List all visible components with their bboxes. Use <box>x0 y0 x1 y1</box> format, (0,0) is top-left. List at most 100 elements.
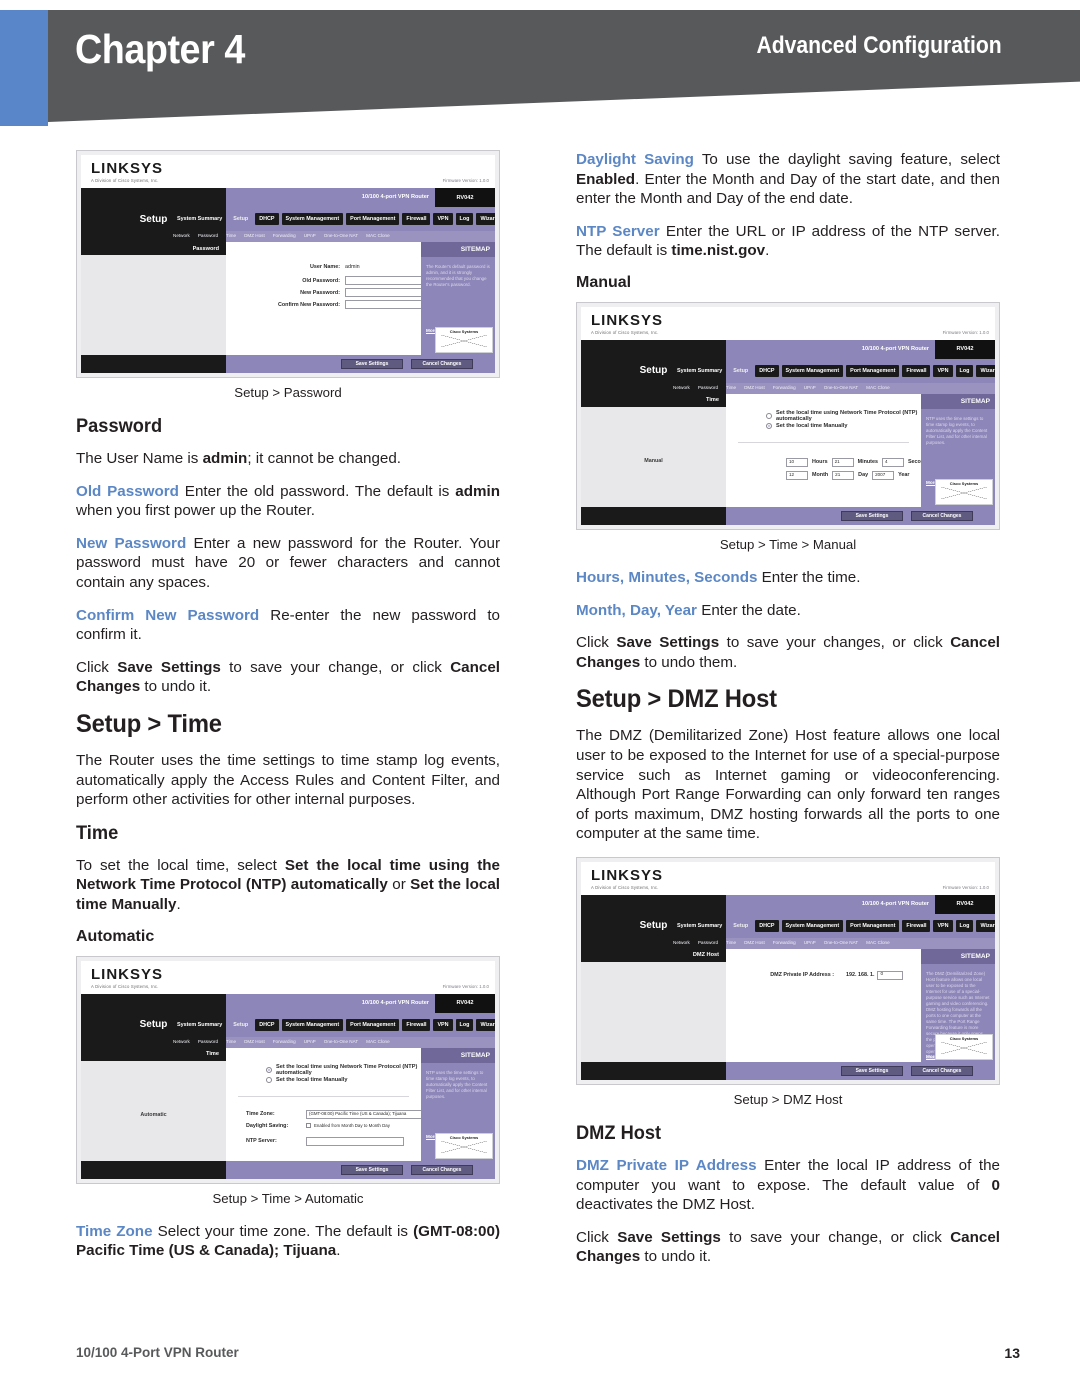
cisco-logo: Cisco Systems <box>935 1033 993 1060</box>
save-settings-button[interactable]: Save Settings <box>841 510 903 521</box>
tab-system-management[interactable]: System Management <box>781 364 844 377</box>
tab-port-management[interactable]: Port Management <box>346 213 400 225</box>
heading-time: Time <box>76 822 119 844</box>
tab-vpn[interactable]: VPN <box>933 919 953 932</box>
subtab-mac-clone[interactable]: MAC Clone <box>366 1039 390 1044</box>
subtab-dmz-host[interactable]: DMZ Host <box>244 1039 265 1044</box>
subtab-forwarding[interactable]: Forwarding <box>273 233 296 238</box>
paragraph-time-select: To set the local time, select Set the lo… <box>76 856 500 913</box>
tab-wizard[interactable]: Wizard <box>976 919 995 932</box>
tab-port-management[interactable]: Port Management <box>846 919 900 932</box>
tab-system-summary[interactable]: System Summary <box>673 364 727 377</box>
seconds-input[interactable]: 4 <box>881 457 904 467</box>
subtab-network[interactable]: Network <box>173 1039 190 1044</box>
tab-setup[interactable]: Setup <box>729 919 753 932</box>
subtab-password[interactable]: Password <box>198 1039 218 1044</box>
subtab-dmz-host[interactable]: DMZ Host <box>244 233 265 238</box>
tab-system-summary[interactable]: System Summary <box>673 919 727 932</box>
tab-wizard[interactable]: Wizard <box>476 1018 495 1031</box>
tab-port-management[interactable]: Port Management <box>846 364 900 377</box>
cancel-changes-button[interactable]: Cancel Changes <box>911 1065 973 1076</box>
tab-firewall[interactable]: Firewall <box>902 364 931 377</box>
save-settings-button[interactable]: Save Settings <box>341 359 403 369</box>
tab-system-management[interactable]: System Management <box>281 213 344 225</box>
subtab-mac-clone[interactable]: MAC Clone <box>866 940 890 945</box>
subtab-password[interactable]: Password <box>698 385 718 390</box>
subtab-time[interactable]: Time <box>226 1039 236 1044</box>
router-tabs: System Summary Setup DHCP System Managem… <box>673 914 995 938</box>
tab-setup[interactable]: Setup <box>229 1018 253 1031</box>
tab-vpn[interactable]: VPN <box>433 1018 453 1031</box>
subtab-one-to-one-nat[interactable]: One-to-One NAT <box>824 385 858 390</box>
tab-setup[interactable]: Setup <box>229 213 253 225</box>
tab-log[interactable]: Log <box>455 1018 474 1031</box>
tab-system-summary[interactable]: System Summary <box>173 213 227 225</box>
tab-vpn[interactable]: VPN <box>433 213 453 225</box>
radio-ntp-automatic[interactable]: Set the local time using Network Time Pr… <box>266 1064 421 1076</box>
tab-dhcp[interactable]: DHCP <box>255 1018 279 1031</box>
firmware-version: Firmware Version: 1.0.0 <box>442 983 489 989</box>
cancel-changes-button[interactable]: Cancel Changes <box>911 510 973 521</box>
save-settings-button[interactable]: Save Settings <box>841 1065 903 1076</box>
subtab-upnp[interactable]: UPnP <box>304 1039 316 1044</box>
minutes-input[interactable]: 21 <box>831 457 854 467</box>
year-input[interactable]: 2007 <box>872 470 895 480</box>
subtab-upnp[interactable]: UPnP <box>804 940 816 945</box>
day-input[interactable]: 21 <box>832 470 855 480</box>
subtab-forwarding[interactable]: Forwarding <box>773 385 796 390</box>
dmz-ip-last-octet-input[interactable]: 0 <box>877 970 904 980</box>
subtab-mac-clone[interactable]: MAC Clone <box>366 233 390 238</box>
sitemap-label[interactable]: SITEMAP <box>921 948 995 964</box>
daylight-saving-checkbox[interactable] <box>306 1123 311 1128</box>
tab-firewall[interactable]: Firewall <box>902 919 931 932</box>
radio-manual[interactable]: Set the local time Manually <box>266 1076 348 1083</box>
subtab-password[interactable]: Password <box>698 940 718 945</box>
tab-wizard[interactable]: Wizard <box>476 213 495 225</box>
time-zone-select[interactable]: (GMT-08:00) Pacific Time (US & Canada); … <box>306 1109 434 1119</box>
hours-input[interactable]: 10 <box>786 457 808 467</box>
subtab-network[interactable]: Network <box>673 940 690 945</box>
subtab-network[interactable]: Network <box>673 385 690 390</box>
radio-manual[interactable]: Set the local time Manually <box>766 422 848 429</box>
month-input[interactable]: 12 <box>786 470 808 480</box>
tab-dhcp[interactable]: DHCP <box>255 213 279 225</box>
ntp-server-input[interactable] <box>306 1136 404 1146</box>
subtab-one-to-one-nat[interactable]: One-to-One NAT <box>324 1039 358 1044</box>
subtab-network[interactable]: Network <box>173 233 190 238</box>
tab-log[interactable]: Log <box>955 364 974 377</box>
subtab-forwarding[interactable]: Forwarding <box>273 1039 296 1044</box>
tab-system-management[interactable]: System Management <box>281 1018 344 1031</box>
subtab-forwarding[interactable]: Forwarding <box>773 940 796 945</box>
subtab-mac-clone[interactable]: MAC Clone <box>866 385 890 390</box>
router-sidebar: Time Automatic <box>81 1047 226 1161</box>
tab-setup[interactable]: Setup <box>729 364 753 377</box>
tab-firewall[interactable]: Firewall <box>402 213 431 225</box>
tab-dhcp[interactable]: DHCP <box>755 919 779 932</box>
sitemap-label[interactable]: SITEMAP <box>921 393 995 409</box>
tab-log[interactable]: Log <box>455 213 474 225</box>
tab-port-management[interactable]: Port Management <box>346 1018 400 1031</box>
subtab-one-to-one-nat[interactable]: One-to-One NAT <box>824 940 858 945</box>
tab-dhcp[interactable]: DHCP <box>755 364 779 377</box>
tab-log[interactable]: Log <box>955 919 974 932</box>
tab-firewall[interactable]: Firewall <box>402 1018 431 1031</box>
subtab-password[interactable]: Password <box>198 233 218 238</box>
subtab-one-to-one-nat[interactable]: One-to-One NAT <box>324 233 358 238</box>
subtab-time[interactable]: Time <box>726 940 736 945</box>
cancel-changes-button[interactable]: Cancel Changes <box>411 1164 473 1175</box>
cancel-changes-button[interactable]: Cancel Changes <box>411 359 473 369</box>
save-settings-button[interactable]: Save Settings <box>341 1164 403 1175</box>
sitemap-label[interactable]: SITEMAP <box>421 242 495 257</box>
sitemap-label[interactable]: SITEMAP <box>421 1047 495 1063</box>
subtab-dmz-host[interactable]: DMZ Host <box>744 385 765 390</box>
subtab-upnp[interactable]: UPnP <box>804 385 816 390</box>
subtab-dmz-host[interactable]: DMZ Host <box>744 940 765 945</box>
subtab-time[interactable]: Time <box>226 233 236 238</box>
subtab-upnp[interactable]: UPnP <box>304 233 316 238</box>
tab-system-management[interactable]: System Management <box>781 919 844 932</box>
radio-ntp-automatic[interactable]: Set the local time using Network Time Pr… <box>766 410 921 422</box>
tab-system-summary[interactable]: System Summary <box>173 1018 227 1031</box>
tab-wizard[interactable]: Wizard <box>976 364 995 377</box>
subtab-time[interactable]: Time <box>726 385 736 390</box>
tab-vpn[interactable]: VPN <box>933 364 953 377</box>
